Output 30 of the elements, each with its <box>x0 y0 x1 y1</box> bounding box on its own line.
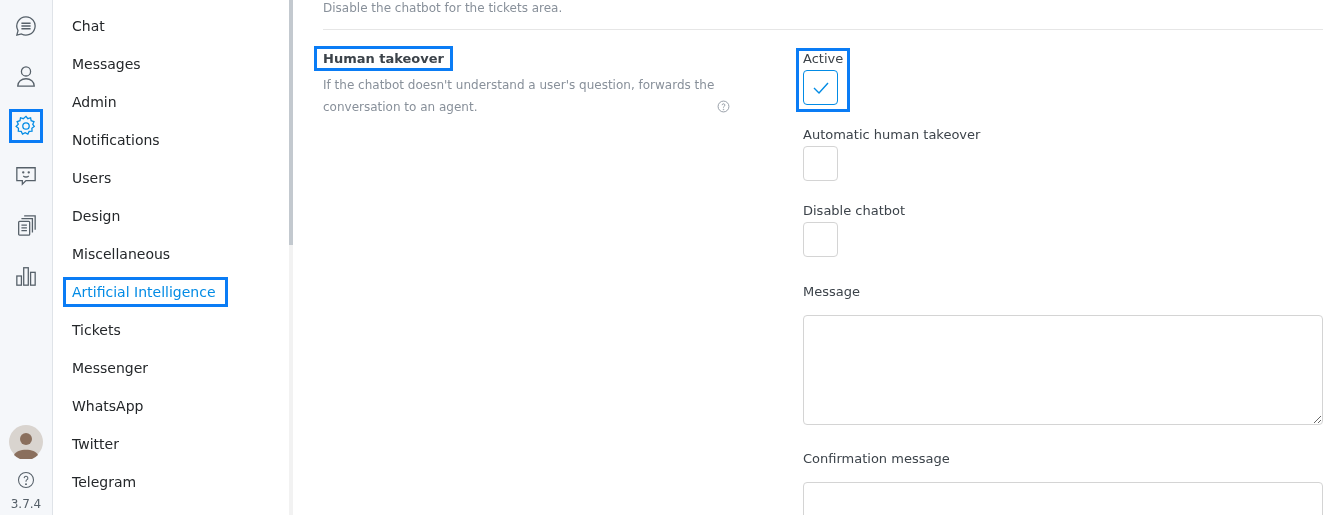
menu-item[interactable]: Messages <box>66 52 150 76</box>
menu-item[interactable]: Artificial Intelligence <box>66 280 225 304</box>
setting-description: If the chatbot doesn't understand a user's question, forwards the conversation to an agent. <box>323 77 715 116</box>
menu-item[interactable]: Notifications <box>66 128 169 152</box>
menu-item[interactable]: Users <box>66 166 121 190</box>
message-field[interactable] <box>803 315 1323 425</box>
help-icon[interactable] <box>717 100 730 113</box>
field-label: Confirmation message <box>803 451 951 466</box>
check-icon <box>812 81 829 94</box>
menu-item[interactable]: Telegram <box>66 470 146 494</box>
version-label: 3.7.4 <box>10 497 42 511</box>
field-label: Automatic human takeover <box>803 127 981 142</box>
setting-title: Human takeover <box>317 49 450 68</box>
field-label: Disable chatbot <box>803 203 906 218</box>
menu-item[interactable]: Chat <box>66 14 114 38</box>
setting-description: Disable the chatbot for the tickets area. <box>323 1 1323 30</box>
scrollbar-thumb[interactable] <box>289 0 293 245</box>
settings-icon[interactable] <box>12 112 40 140</box>
checkbox[interactable] <box>803 70 838 105</box>
field-label: Message <box>803 284 861 299</box>
menu-item[interactable]: Messenger <box>66 356 158 380</box>
avatar-icon[interactable] <box>9 425 43 459</box>
menu-item[interactable]: Design <box>66 204 130 228</box>
help-icon[interactable] <box>17 471 35 489</box>
menu-item[interactable]: Admin <box>66 90 126 114</box>
menu-item[interactable]: Miscellaneous <box>66 242 180 266</box>
menu-item[interactable]: Tickets <box>66 318 130 342</box>
menu-item[interactable]: WhatsApp <box>66 394 153 418</box>
field-label: Active <box>803 51 844 66</box>
menu-item[interactable]: Twitter <box>66 432 128 456</box>
